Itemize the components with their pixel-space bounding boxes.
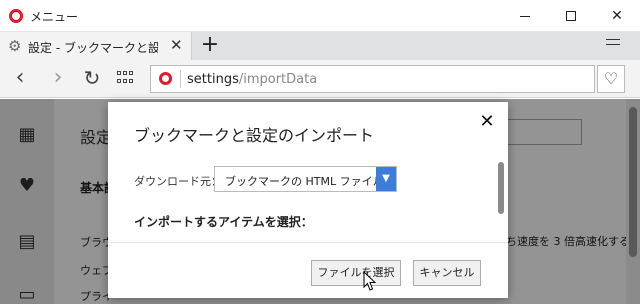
new-tab-button[interactable]: +: [199, 34, 221, 56]
chevron-left-icon: ‹: [15, 65, 25, 90]
reload-button[interactable]: ↻: [80, 67, 104, 91]
source-select[interactable]: ブックマークの HTML ファイル ▼: [214, 166, 397, 192]
window-title: メニュー: [30, 10, 79, 24]
reload-icon: ↻: [83, 66, 101, 90]
window-titlebar: メニュー ✕: [0, 0, 640, 32]
tab-title: 設定 - ブックマークと設定のイン: [28, 41, 158, 55]
dialog-footer: ファイルを選択 キャンセル: [108, 242, 508, 298]
tab-settings[interactable]: ⚙ 設定 - ブックマークと設定のイン ✕: [0, 32, 192, 60]
dialog-close-icon[interactable]: ✕: [477, 112, 497, 132]
address-bar[interactable]: settings/importData: [150, 65, 595, 93]
minimize-icon: [520, 15, 530, 17]
url-text[interactable]: settings/importData: [187, 72, 317, 87]
tab-menu-icon[interactable]: [606, 39, 620, 51]
maximize-button[interactable]: [548, 0, 594, 32]
minimize-button[interactable]: [502, 0, 548, 32]
choose-file-button[interactable]: ファイルを選択: [311, 260, 401, 286]
import-dialog: ブックマークと設定のインポート ✕ ダウンロード元： ブックマークの HTML …: [108, 102, 508, 298]
url-host: settings: [187, 72, 239, 87]
maximize-icon: [566, 11, 576, 21]
back-button[interactable]: ‹: [8, 67, 32, 91]
dialog-scrollbar-thumb[interactable]: [498, 162, 504, 214]
items-label: インポートするアイテムを選択：: [134, 215, 313, 229]
gear-icon: ⚙: [8, 37, 22, 55]
forward-button[interactable]: ›: [46, 67, 70, 91]
url-divider: [180, 70, 181, 88]
dialog-title: ブックマークと設定のインポート: [134, 126, 375, 145]
close-icon: ✕: [611, 8, 623, 24]
opera-logo-icon: [159, 72, 172, 85]
tab-strip: ⚙ 設定 - ブックマークと設定のイン ✕ +: [0, 32, 640, 60]
source-select-value: ブックマークの HTML ファイル: [225, 175, 384, 188]
close-window-button[interactable]: ✕: [594, 0, 640, 32]
address-toolbar: ‹ › ↻ settings/importData ♡: [0, 60, 640, 98]
source-label: ダウンロード元：: [134, 175, 222, 188]
opera-logo-icon[interactable]: [9, 9, 23, 23]
chevron-right-icon: ›: [53, 65, 63, 90]
tab-close-icon[interactable]: ✕: [170, 37, 183, 53]
heart-icon: ♡: [603, 69, 619, 88]
chevron-down-icon[interactable]: ▼: [376, 167, 396, 191]
speed-dial-icon[interactable]: [117, 71, 135, 85]
url-path: /importData: [238, 72, 318, 87]
bookmark-heart-button[interactable]: ♡: [597, 65, 625, 93]
mouse-cursor-icon: [363, 271, 377, 291]
cancel-button[interactable]: キャンセル: [413, 260, 481, 286]
